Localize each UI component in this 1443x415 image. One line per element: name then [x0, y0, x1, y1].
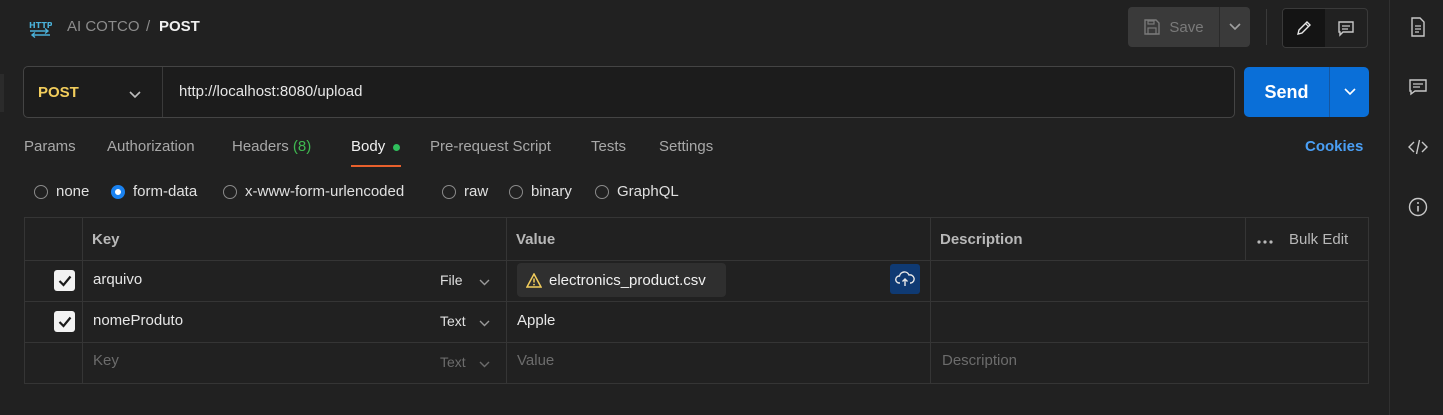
checkmark-icon [58, 275, 71, 287]
breadcrumb-collection[interactable]: AI COTCO [67, 18, 140, 35]
tab-pre-request-script[interactable]: Pre-request Script [430, 138, 551, 155]
radio-binary[interactable]: binary [509, 183, 572, 200]
view-mode-group [1282, 8, 1368, 48]
checkmark-icon [58, 316, 71, 328]
radio-circle-selected [111, 184, 125, 199]
chevron-down-icon [1229, 23, 1241, 31]
comments-button[interactable] [1325, 9, 1367, 47]
send-options-button[interactable] [1329, 67, 1369, 117]
url-bar: POST http://localhost:8080/upload [23, 66, 1235, 118]
new-type-select[interactable]: Text [440, 354, 466, 370]
row-value[interactable]: Apple [517, 312, 555, 329]
cloud-upload-icon [895, 271, 915, 286]
file-name: electronics_product.csv [549, 271, 706, 289]
tab-tests[interactable]: Tests [591, 138, 626, 155]
save-label: Save [1169, 18, 1204, 36]
method-label: POST [38, 83, 79, 101]
breadcrumb-request-name[interactable]: POST [159, 18, 200, 35]
tab-params[interactable]: Params [24, 138, 76, 155]
row-type-select[interactable]: Text [440, 313, 466, 329]
send-button-group: Send [1244, 67, 1369, 117]
radio-raw[interactable]: raw [442, 183, 488, 200]
radio-label: x-www-form-urlencoded [245, 183, 405, 200]
row-divider [25, 342, 1368, 343]
radio-graphql[interactable]: GraphQL [595, 183, 679, 200]
row-enabled-checkbox[interactable] [54, 311, 75, 332]
radio-form-data[interactable]: form-data [111, 183, 197, 200]
tab-body[interactable]: Body [351, 138, 385, 155]
column-header-value: Value [516, 231, 556, 248]
row-enabled-checkbox[interactable] [54, 270, 75, 291]
info-icon[interactable] [1407, 196, 1429, 218]
row-key[interactable]: nomeProduto [93, 312, 183, 329]
radio-none[interactable]: none [34, 183, 89, 200]
svg-text:HTTP: HTTP [29, 21, 52, 30]
radio-circle [442, 184, 456, 199]
more-options-icon[interactable] [1257, 231, 1273, 248]
active-tab-indicator [351, 165, 401, 167]
bulk-edit-area: Bulk Edit [1257, 231, 1348, 248]
column-divider [930, 218, 931, 383]
radio-circle [34, 184, 48, 199]
request-editor: HTTP AI COTCO / POST Save POST http://lo… [0, 0, 1388, 415]
column-header-key: Key [92, 231, 120, 248]
selected-file-chip[interactable]: electronics_product.csv [517, 263, 726, 297]
row-type-select[interactable]: File [440, 272, 463, 288]
method-select[interactable]: POST [24, 67, 163, 117]
radio-label: raw [464, 183, 489, 200]
new-key-input[interactable]: Key [93, 352, 119, 369]
radio-x-www-form-urlencoded[interactable]: x-www-form-urlencoded [223, 183, 404, 200]
body-status-dot [393, 144, 400, 151]
radio-label: none [56, 183, 90, 200]
save-icon [1144, 19, 1161, 35]
column-divider [1245, 218, 1246, 260]
send-button[interactable]: Send [1244, 67, 1329, 117]
radio-label: GraphQL [617, 183, 679, 200]
http-request-icon: HTTP [28, 16, 53, 39]
radio-circle [509, 184, 523, 199]
row-divider [25, 260, 1368, 261]
right-sidebar [1389, 0, 1443, 415]
cookies-link[interactable]: Cookies [1305, 138, 1363, 155]
headers-count-badge: (8) [292, 138, 312, 155]
row-key[interactable]: arquivo [93, 271, 142, 288]
url-input[interactable]: http://localhost:8080/upload [179, 83, 362, 100]
documentation-icon[interactable] [1407, 16, 1429, 38]
edit-button[interactable] [1283, 9, 1325, 47]
save-button[interactable]: Save [1128, 7, 1219, 47]
chevron-down-icon [1343, 88, 1356, 96]
warning-icon [526, 272, 542, 288]
tab-headers[interactable]: Headers (8) [232, 138, 311, 155]
chevron-down-icon [479, 273, 490, 290]
chevron-down-icon [479, 355, 490, 372]
form-data-table: Key Value Description Bulk Edit arquivo … [24, 217, 1369, 384]
radio-label: binary [531, 183, 572, 200]
pencil-icon [1297, 21, 1311, 35]
toolbar-divider [1266, 9, 1267, 45]
tab-headers-label: Headers [232, 138, 289, 155]
sidebar-edge [0, 74, 4, 112]
radio-circle [223, 184, 237, 199]
column-divider [506, 218, 507, 383]
breadcrumb-separator: / [146, 18, 151, 35]
new-value-input[interactable]: Value [517, 352, 554, 369]
new-description-input[interactable]: Description [942, 352, 1017, 369]
code-icon[interactable] [1407, 136, 1429, 158]
upload-file-button[interactable] [890, 264, 920, 294]
comment-icon [1338, 21, 1354, 37]
tab-settings[interactable]: Settings [659, 138, 713, 155]
column-header-description: Description [940, 231, 1023, 248]
tab-authorization[interactable]: Authorization [107, 138, 195, 155]
column-divider [82, 218, 83, 383]
radio-circle [595, 184, 609, 199]
chevron-down-icon [129, 86, 141, 103]
comment-icon[interactable] [1407, 76, 1429, 98]
bulk-edit-button[interactable]: Bulk Edit [1289, 231, 1348, 248]
chevron-down-icon [479, 314, 490, 331]
radio-label: form-data [133, 183, 198, 200]
save-options-button[interactable] [1219, 7, 1250, 47]
row-divider [25, 301, 1368, 302]
save-button-group: Save [1128, 7, 1250, 47]
